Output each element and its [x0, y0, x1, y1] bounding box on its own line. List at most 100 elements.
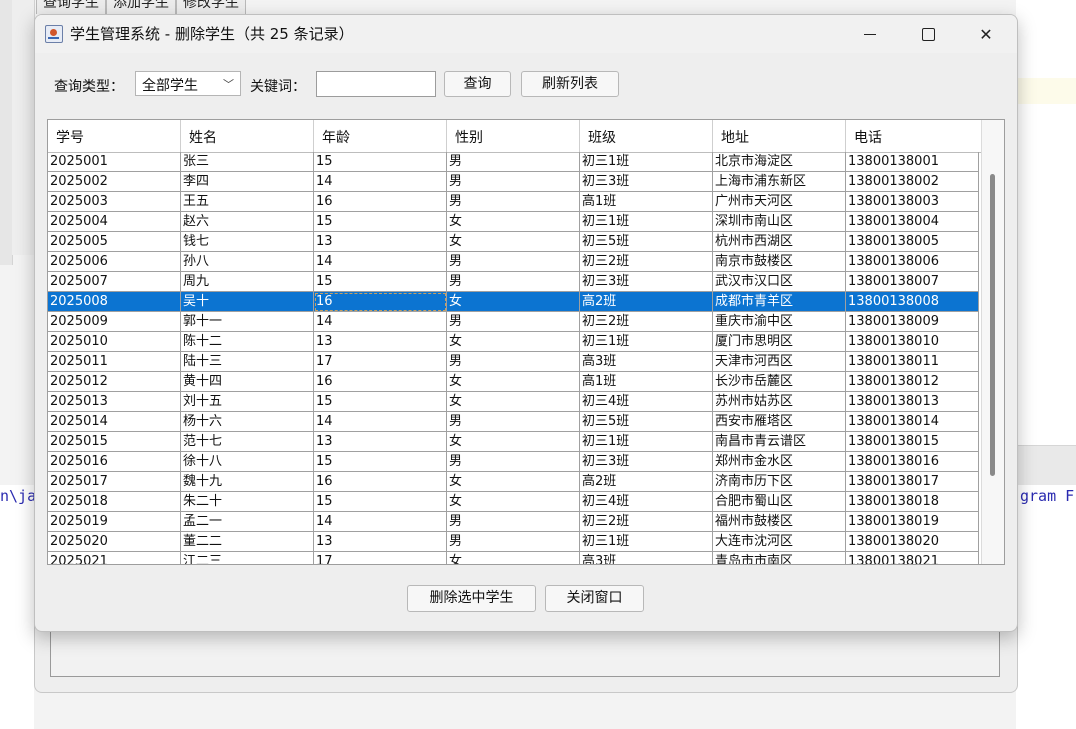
- table-cell[interactable]: 15: [314, 212, 447, 232]
- table-cell[interactable]: 男: [447, 512, 580, 532]
- column-header[interactable]: 电话: [846, 120, 979, 152]
- table-cell[interactable]: 杭州市西湖区: [713, 232, 846, 252]
- table-cell[interactable]: 14: [314, 412, 447, 432]
- table-cell[interactable]: 2025021: [48, 552, 181, 564]
- table-row[interactable]: 2025003 王五 16 男高1班 广州市天河区 13800138003: [48, 192, 982, 212]
- table-cell[interactable]: 厦门市思明区: [713, 332, 846, 352]
- table-row[interactable]: 2025002 李四 14 男初三3班 上海市浦东新区 13800138002: [48, 172, 982, 192]
- table-cell[interactable]: 女: [447, 232, 580, 252]
- table-cell[interactable]: 13800138014: [846, 412, 979, 432]
- table-cell[interactable]: 2025007: [48, 272, 181, 292]
- table-cell[interactable]: 14: [314, 172, 447, 192]
- table-cell[interactable]: 初三3班: [580, 452, 713, 472]
- table-cell[interactable]: 13800138009: [846, 312, 979, 332]
- background-tab-edit[interactable]: 修改学生: [176, 0, 246, 14]
- table-cell[interactable]: 13800138002: [846, 172, 979, 192]
- table-cell[interactable]: 陆十三: [181, 352, 314, 372]
- table-cell[interactable]: 男: [447, 532, 580, 552]
- table-cell[interactable]: 2025010: [48, 332, 181, 352]
- table-cell[interactable]: 2025018: [48, 492, 181, 512]
- table-cell[interactable]: 高3班: [580, 352, 713, 372]
- column-header[interactable]: 年龄: [314, 120, 447, 152]
- table-cell[interactable]: 2025004: [48, 212, 181, 232]
- table-row[interactable]: 2025019 孟二一 14 男初三2班 福州市鼓楼区 13800138019: [48, 512, 982, 532]
- table-cell[interactable]: 孙八: [181, 252, 314, 272]
- table-cell[interactable]: 初三1班: [580, 212, 713, 232]
- table-cell[interactable]: 周九: [181, 272, 314, 292]
- table-cell[interactable]: 初三2班: [580, 252, 713, 272]
- table-cell[interactable]: 16: [314, 292, 447, 312]
- table-cell[interactable]: 初三4班: [580, 392, 713, 412]
- table-cell[interactable]: 高2班: [580, 472, 713, 492]
- table-cell[interactable]: 高1班: [580, 372, 713, 392]
- table-cell[interactable]: 2025008: [48, 292, 181, 312]
- table-cell[interactable]: 男: [447, 312, 580, 332]
- table-cell[interactable]: 武汉市汉口区: [713, 272, 846, 292]
- table-row[interactable]: 2025007 周九 15 男初三3班 武汉市汉口区 13800138007: [48, 272, 982, 292]
- table-cell[interactable]: 上海市浦东新区: [713, 172, 846, 192]
- table-cell[interactable]: 初三1班: [580, 332, 713, 352]
- table-cell[interactable]: 钱七: [181, 232, 314, 252]
- table-row[interactable]: 2025012 黄十四 16 女高1班 长沙市岳麓区 13800138012: [48, 372, 982, 392]
- table-row[interactable]: 2025020 董二二 13 男初三1班 大连市沈河区 13800138020: [48, 532, 982, 552]
- table-row-selected[interactable]: 2025008 吴十 16 女高2班 成都市青羊区 13800138008: [48, 292, 982, 312]
- column-header[interactable]: 班级: [580, 120, 713, 152]
- table-cell[interactable]: 13800138019: [846, 512, 979, 532]
- delete-selected-student-button[interactable]: 删除选中学生: [407, 585, 536, 612]
- table-cell[interactable]: 15: [314, 492, 447, 512]
- table-cell[interactable]: 2025016: [48, 452, 181, 472]
- table-cell[interactable]: 15: [314, 452, 447, 472]
- table-cell[interactable]: 15: [314, 392, 447, 412]
- table-cell[interactable]: 男: [447, 172, 580, 192]
- table-cell[interactable]: 16: [314, 192, 447, 212]
- table-cell[interactable]: 17: [314, 352, 447, 372]
- table-row[interactable]: 2025006 孙八 14 男初三2班 南京市鼓楼区 13800138006: [48, 252, 982, 272]
- table-cell[interactable]: 黄十四: [181, 372, 314, 392]
- table-row[interactable]: 2025017 魏十九 16 女高2班 济南市历下区 13800138017: [48, 472, 982, 492]
- table-cell[interactable]: 男: [447, 452, 580, 472]
- column-header[interactable]: 性别: [447, 120, 580, 152]
- table-cell[interactable]: 朱二十: [181, 492, 314, 512]
- table-cell[interactable]: 13800138008: [846, 292, 979, 312]
- table-cell[interactable]: 董二二: [181, 532, 314, 552]
- table-cell[interactable]: 17: [314, 552, 447, 564]
- table-cell[interactable]: 初三1班: [580, 532, 713, 552]
- table-cell[interactable]: 2025005: [48, 232, 181, 252]
- scrollbar-thumb[interactable]: [990, 174, 995, 476]
- table-row[interactable]: 2025016 徐十八 15 男初三3班 郑州市金水区 13800138016: [48, 452, 982, 472]
- table-cell[interactable]: 13800138013: [846, 392, 979, 412]
- table-cell[interactable]: 男: [447, 352, 580, 372]
- table-cell[interactable]: 13800138010: [846, 332, 979, 352]
- table-cell[interactable]: 西安市雁塔区: [713, 412, 846, 432]
- table-cell[interactable]: 初三5班: [580, 232, 713, 252]
- table-cell[interactable]: 2025020: [48, 532, 181, 552]
- table-cell[interactable]: 13800138007: [846, 272, 979, 292]
- table-cell[interactable]: 张三: [181, 152, 314, 172]
- table-cell[interactable]: 13800138015: [846, 432, 979, 452]
- table-cell[interactable]: 15: [314, 272, 447, 292]
- table-cell[interactable]: 南昌市青云谱区: [713, 432, 846, 452]
- vertical-scrollbar[interactable]: [981, 120, 1004, 564]
- table-cell[interactable]: 合肥市蜀山区: [713, 492, 846, 512]
- table-cell[interactable]: 13800138012: [846, 372, 979, 392]
- table-cell[interactable]: 13800138021: [846, 552, 979, 564]
- table-cell[interactable]: 范十七: [181, 432, 314, 452]
- table-cell[interactable]: 初三2班: [580, 512, 713, 532]
- table-cell[interactable]: 初三1班: [580, 152, 713, 172]
- table-cell[interactable]: 重庆市渝中区: [713, 312, 846, 332]
- background-tab-add[interactable]: 添加学生: [106, 0, 176, 14]
- table-cell[interactable]: 男: [447, 152, 580, 172]
- table-cell[interactable]: 男: [447, 252, 580, 272]
- table-cell[interactable]: 女: [447, 552, 580, 564]
- table-row[interactable]: 2025009 郭十一 14 男初三2班 重庆市渝中区 13800138009: [48, 312, 982, 332]
- table-cell[interactable]: 16: [314, 372, 447, 392]
- table-cell[interactable]: 2025002: [48, 172, 181, 192]
- table-cell[interactable]: 13800138017: [846, 472, 979, 492]
- table-cell[interactable]: 13800138001: [846, 152, 979, 172]
- table-cell[interactable]: 15: [314, 152, 447, 172]
- table-cell[interactable]: 男: [447, 192, 580, 212]
- minimize-button[interactable]: [841, 15, 899, 53]
- table-cell[interactable]: 13: [314, 232, 447, 252]
- table-cell[interactable]: 13800138005: [846, 232, 979, 252]
- table-cell[interactable]: 福州市鼓楼区: [713, 512, 846, 532]
